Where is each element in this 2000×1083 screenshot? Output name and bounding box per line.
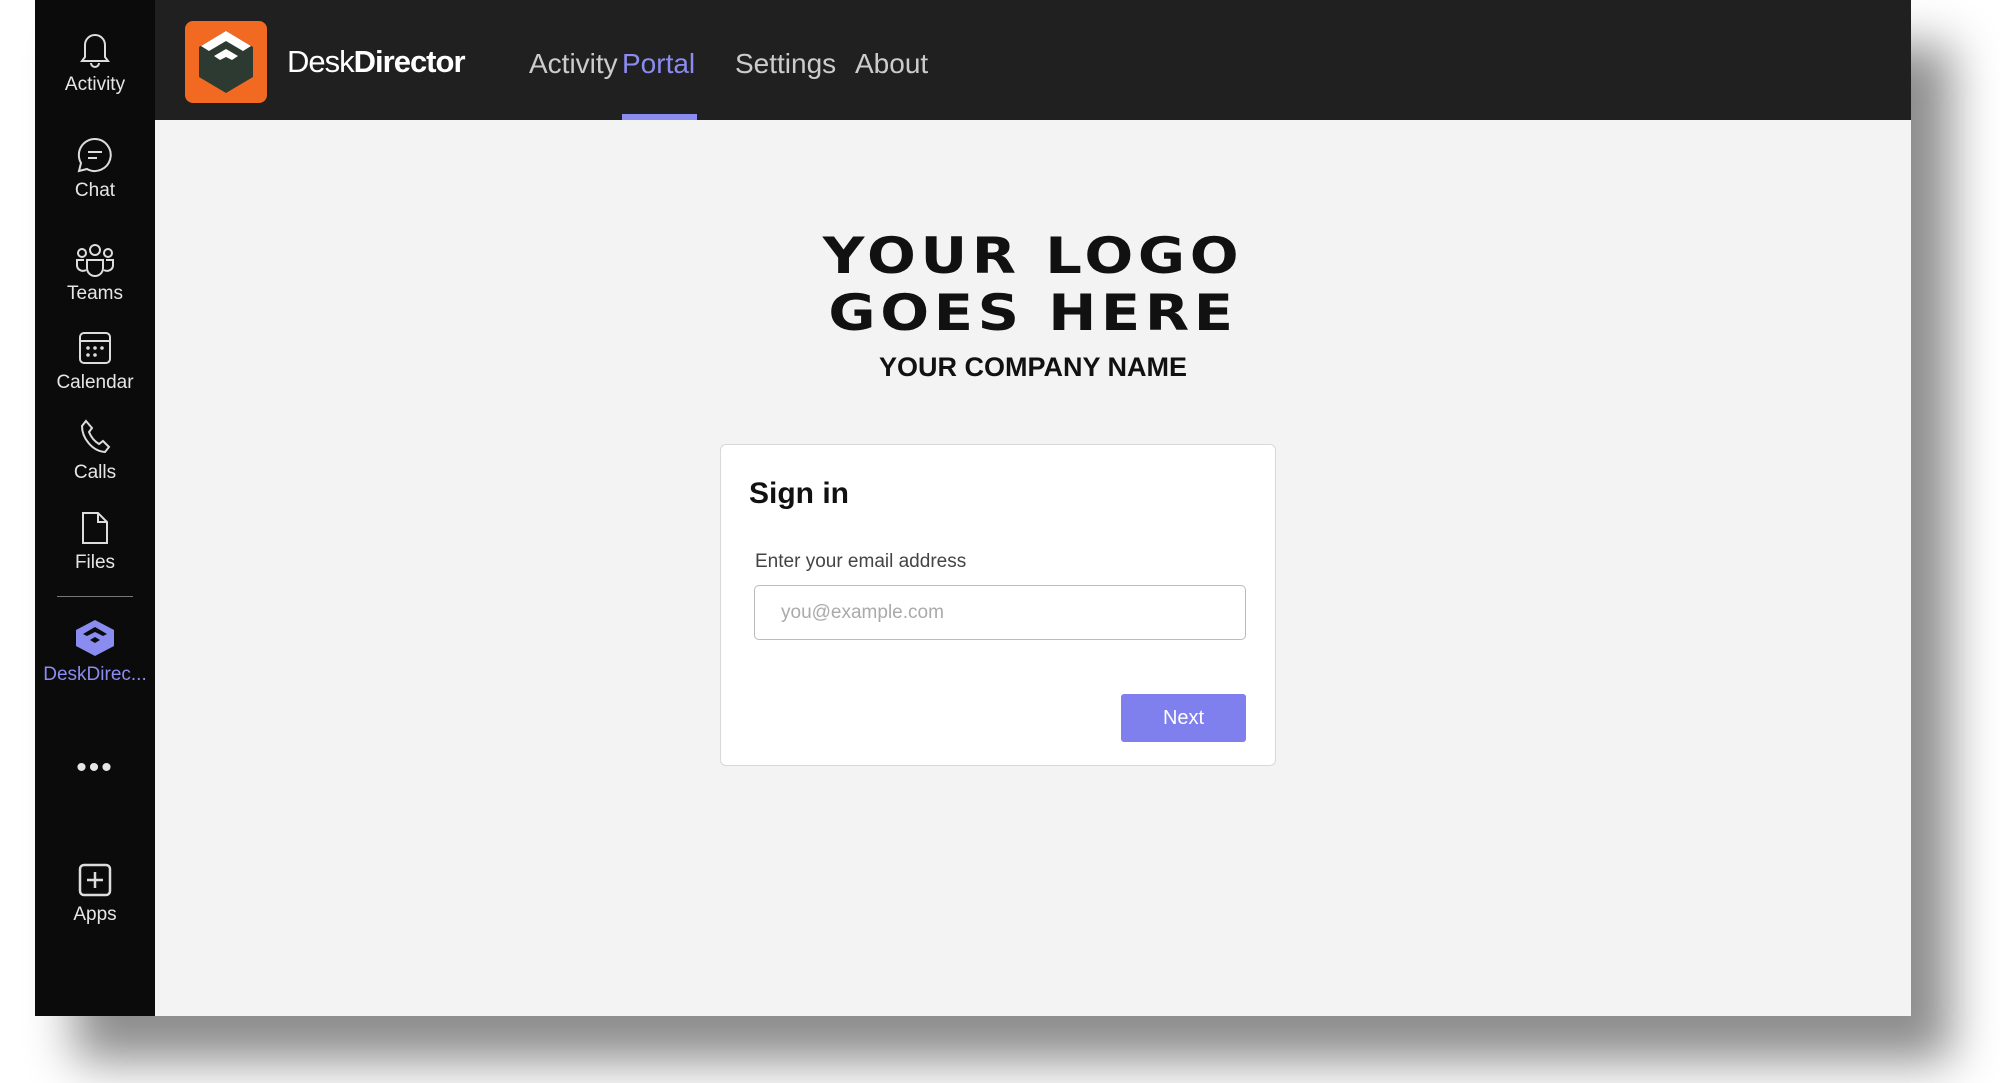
app-header: DeskDirector Activity Portal Settings Ab… bbox=[155, 0, 1911, 120]
email-input[interactable] bbox=[754, 585, 1246, 640]
brand-bold: Director bbox=[353, 44, 466, 79]
logo-line: YOUR LOGO bbox=[822, 227, 1244, 285]
tab-settings[interactable]: Settings bbox=[735, 48, 836, 80]
email-label: Enter your email address bbox=[755, 551, 967, 572]
rail-divider bbox=[57, 596, 133, 597]
rail-label: Files bbox=[74, 552, 116, 573]
rail-item-chat[interactable]: Chat bbox=[35, 136, 155, 202]
rail-label: Apps bbox=[73, 904, 117, 925]
chat-icon bbox=[77, 137, 112, 173]
rail-label: Calendar bbox=[56, 372, 134, 393]
rail-label: DeskDirec... bbox=[43, 664, 147, 685]
phone-icon bbox=[80, 419, 111, 454]
rail-label: Calls bbox=[73, 462, 117, 483]
rail-item-activity[interactable]: Activity bbox=[35, 30, 155, 96]
plus-square-icon bbox=[78, 863, 112, 897]
signin-title: Sign in bbox=[749, 477, 849, 510]
rail-label: Activity bbox=[64, 74, 126, 95]
deskdirector-icon bbox=[76, 620, 114, 656]
teams-window: Activity Chat Teams Calendar Calls Files… bbox=[35, 0, 1911, 1016]
rail-label: Chat bbox=[74, 180, 116, 201]
file-icon bbox=[82, 512, 108, 544]
deskdirector-logo bbox=[185, 21, 267, 103]
rail-item-files[interactable]: Files bbox=[35, 510, 155, 574]
brand-name: DeskDirector bbox=[287, 44, 466, 80]
more-icon[interactable]: ••• bbox=[35, 752, 155, 784]
brand-light: Desk bbox=[287, 44, 355, 79]
tab-portal[interactable]: Portal bbox=[622, 48, 695, 80]
tab-activity[interactable]: Activity bbox=[529, 48, 618, 80]
company-name: YOUR COMPANY NAME bbox=[878, 352, 1188, 382]
rail-item-deskdirector[interactable]: DeskDirec... bbox=[35, 618, 155, 686]
tab-underline bbox=[622, 114, 697, 120]
logo-line: GOES HERE bbox=[828, 284, 1238, 342]
rail-item-apps[interactable]: Apps bbox=[35, 862, 155, 926]
bell-icon bbox=[80, 34, 110, 68]
tab-about[interactable]: About bbox=[855, 48, 928, 80]
next-button[interactable]: Next bbox=[1121, 694, 1246, 742]
signin-card: Sign in Enter your email address Next bbox=[720, 444, 1276, 766]
company-logo-placeholder: YOUR LOGO GOES HERE bbox=[23, 228, 2000, 342]
app-rail: Activity Chat Teams Calendar Calls Files… bbox=[35, 0, 155, 1016]
rail-item-calls[interactable]: Calls bbox=[35, 418, 155, 484]
